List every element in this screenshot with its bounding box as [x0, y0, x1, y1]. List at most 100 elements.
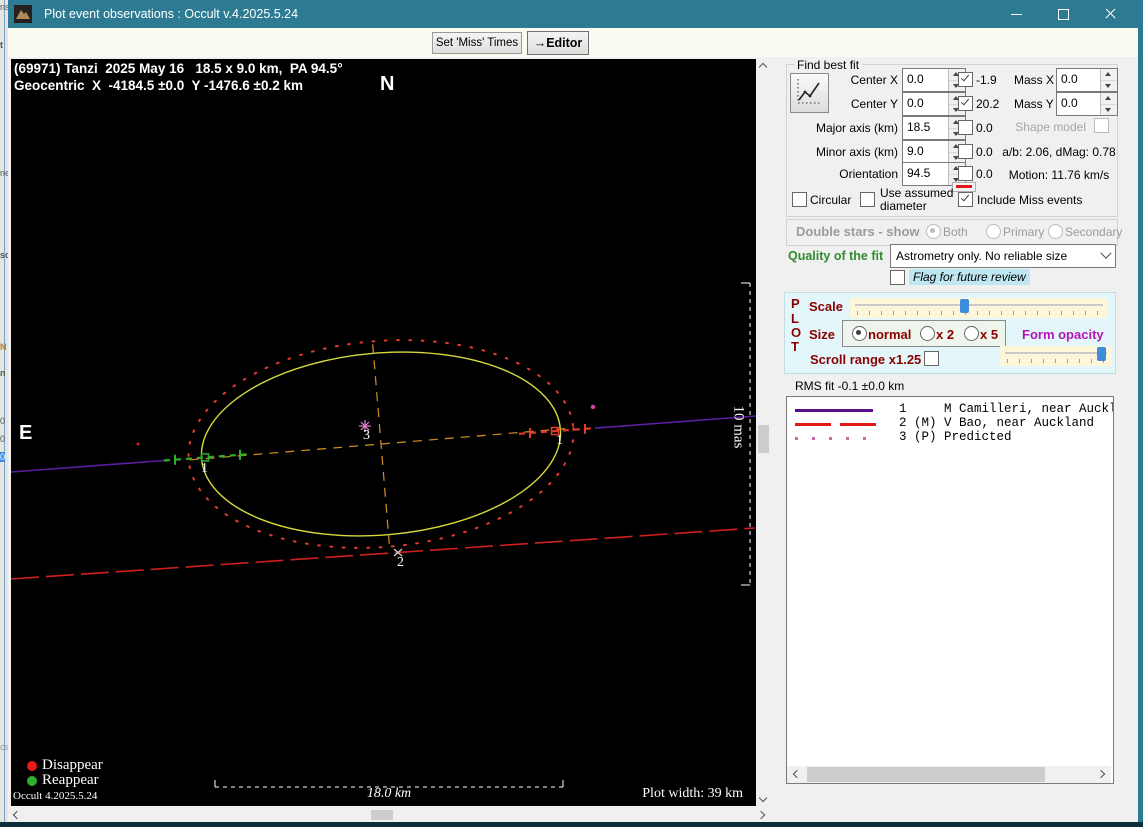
- quality-of-fit-combobox[interactable]: Astrometry only. No reliable size: [890, 244, 1116, 268]
- major-axis-value[interactable]: 18.5: [903, 117, 948, 139]
- plot-vertical-scrollbar[interactable]: [756, 59, 771, 806]
- observer-row[interactable]: 1 M Camilleri, near Auckl: [899, 402, 1113, 416]
- offset1-checkbox[interactable]: [958, 72, 973, 87]
- center-y-value[interactable]: 0.0: [903, 93, 948, 115]
- listbox-scrollbar-thumb[interactable]: [807, 767, 1045, 782]
- reappear-legend-dot: [27, 776, 37, 786]
- chevron-down-icon: [1100, 247, 1112, 259]
- scale-slider-thumb[interactable]: [960, 299, 969, 313]
- spin-down-icon[interactable]: [1101, 80, 1117, 91]
- minor-axis-label: Minor axis (km): [815, 145, 898, 159]
- double-stars-title: Double stars - show: [796, 224, 920, 239]
- find-best-fit-title: Find best fit: [794, 58, 863, 72]
- horizontal-scrollbar-thumb[interactable]: [371, 810, 393, 820]
- size-x5-radio[interactable]: [964, 326, 979, 341]
- observer-listbox[interactable]: 1 M Camilleri, near Auckl 2 (M) V Bao, n…: [786, 396, 1114, 784]
- form-opacity-slider[interactable]: [1000, 346, 1112, 366]
- plot-letter-t: T: [791, 339, 799, 354]
- form-opacity-label: Form opacity: [1022, 327, 1104, 342]
- double-primary-radio[interactable]: [986, 224, 1001, 239]
- scroll-right-icon[interactable]: [1096, 769, 1106, 779]
- titlebar[interactable]: Plot event observations : Occult v.4.202…: [8, 0, 1143, 28]
- rms-fit-label: RMS fit -0.1 ±0.0 km: [795, 379, 905, 393]
- north-label: N: [380, 73, 395, 95]
- km-scale-label: 18.0 km: [366, 786, 412, 801]
- major-axis-spinner[interactable]: 18.5: [902, 116, 966, 140]
- maximize-button[interactable]: [1041, 0, 1085, 28]
- offset2-checkbox[interactable]: [958, 96, 973, 111]
- vertical-scrollbar-thumb[interactable]: [758, 425, 769, 453]
- offset3-checkbox[interactable]: [958, 120, 973, 135]
- center-x-value[interactable]: 0.0: [903, 69, 948, 91]
- shape-model-checkbox[interactable]: [1094, 118, 1109, 133]
- major-axis-label: Major axis (km): [815, 121, 898, 135]
- scroll-range-checkbox[interactable]: [924, 351, 939, 366]
- window-title: Plot event observations : Occult v.4.202…: [44, 7, 299, 21]
- mass-x-spinner[interactable]: 0.0: [1056, 68, 1118, 92]
- spin-down-icon[interactable]: [1101, 104, 1117, 115]
- sliver-fragment: cs: [0, 742, 8, 752]
- scroll-up-icon[interactable]: [758, 62, 768, 72]
- scroll-left-icon[interactable]: [792, 769, 802, 779]
- scroll-left-icon[interactable]: [12, 810, 22, 820]
- center-x-spinner[interactable]: 0.0: [902, 68, 966, 92]
- window-border-bottom: [0, 822, 1143, 827]
- size-normal-radio[interactable]: [852, 326, 867, 341]
- scale-slider[interactable]: [850, 298, 1108, 318]
- offset4-label: 0.0: [976, 145, 993, 159]
- include-miss-events-checkbox[interactable]: [958, 192, 973, 207]
- size-x5-label: x 5: [980, 327, 999, 342]
- use-assumed-diameter-checkbox[interactable]: [860, 192, 875, 207]
- flag-review-checkbox[interactable]: [890, 270, 905, 285]
- scroll-down-icon[interactable]: [758, 793, 768, 803]
- disappear-legend-dot: [27, 761, 37, 771]
- chord1-reappear-label: 1: [201, 461, 208, 476]
- editor-button[interactable]: →Editor: [527, 31, 589, 55]
- background-window-sliver: ns t ne so N n 0 0 0 cs: [0, 0, 8, 827]
- sliver-fragment: 0: [0, 434, 6, 444]
- observer-row[interactable]: 3 (P) Predicted: [899, 430, 1012, 444]
- observer-row[interactable]: 2 (M) V Bao, near Auckland: [899, 416, 1094, 430]
- spin-up-icon[interactable]: [1101, 69, 1117, 81]
- circular-checkbox[interactable]: [792, 192, 807, 207]
- center-y-spinner[interactable]: 0.0: [902, 92, 966, 116]
- offset4-checkbox[interactable]: [958, 144, 973, 159]
- set-miss-times-button[interactable]: Set 'Miss' Times: [432, 32, 522, 54]
- plot-area[interactable]: (69971) Tanzi 2025 May 16 18.5 x 9.0 km,…: [10, 59, 757, 806]
- double-secondary-label: Secondary: [1065, 225, 1123, 239]
- sliver-fragment: t: [0, 40, 3, 50]
- minor-axis-value[interactable]: 9.0: [903, 141, 948, 163]
- reappear-error-bar: [163, 452, 252, 462]
- double-primary-label: Primary: [1003, 225, 1045, 239]
- sliver-accent-line: [4, 0, 5, 827]
- size-x2-radio[interactable]: [920, 326, 935, 341]
- close-button[interactable]: [1088, 0, 1132, 28]
- star-path-line-left: [10, 459, 165, 473]
- circular-label: Circular: [810, 193, 852, 207]
- mass-y-spinner[interactable]: 0.0: [1056, 92, 1118, 116]
- minimize-button[interactable]: [994, 0, 1038, 28]
- scale-label: Scale: [809, 299, 843, 314]
- plot-horizontal-scrollbar[interactable]: [8, 808, 770, 822]
- minimize-icon: [1011, 14, 1022, 15]
- plot-header-line2: Geocentric X -4184.5 ±0.0 Y -1476.6 ±0.2…: [14, 78, 303, 93]
- listbox-horizontal-scrollbar[interactable]: [787, 766, 1111, 783]
- use-assumed-label2: diameter: [880, 199, 927, 213]
- minor-axis-spinner[interactable]: 9.0: [902, 140, 966, 164]
- scroll-right-icon[interactable]: [756, 810, 766, 820]
- mass-y-label: Mass Y: [1014, 97, 1054, 111]
- mass-y-value[interactable]: 0.0: [1057, 93, 1100, 115]
- spin-up-icon[interactable]: [1101, 93, 1117, 105]
- double-secondary-radio[interactable]: [1048, 224, 1063, 239]
- sliver-fragment: n: [0, 368, 6, 378]
- mass-x-value[interactable]: 0.0: [1057, 69, 1100, 91]
- occultation-plot-canvas[interactable]: [10, 59, 757, 806]
- orientation-value[interactable]: 94.5: [903, 163, 948, 185]
- double-both-radio[interactable]: [926, 224, 941, 239]
- offset5-checkbox[interactable]: [958, 166, 973, 181]
- plot-header-line1: (69971) Tanzi 2025 May 16 18.5 x 9.0 km,…: [14, 61, 343, 76]
- form-opacity-slider-thumb[interactable]: [1097, 347, 1106, 361]
- shape-model-label: Shape model: [1015, 120, 1086, 134]
- size-normal-label: normal: [868, 327, 912, 342]
- motion-label: Motion: 11.76 km/s: [1008, 168, 1110, 182]
